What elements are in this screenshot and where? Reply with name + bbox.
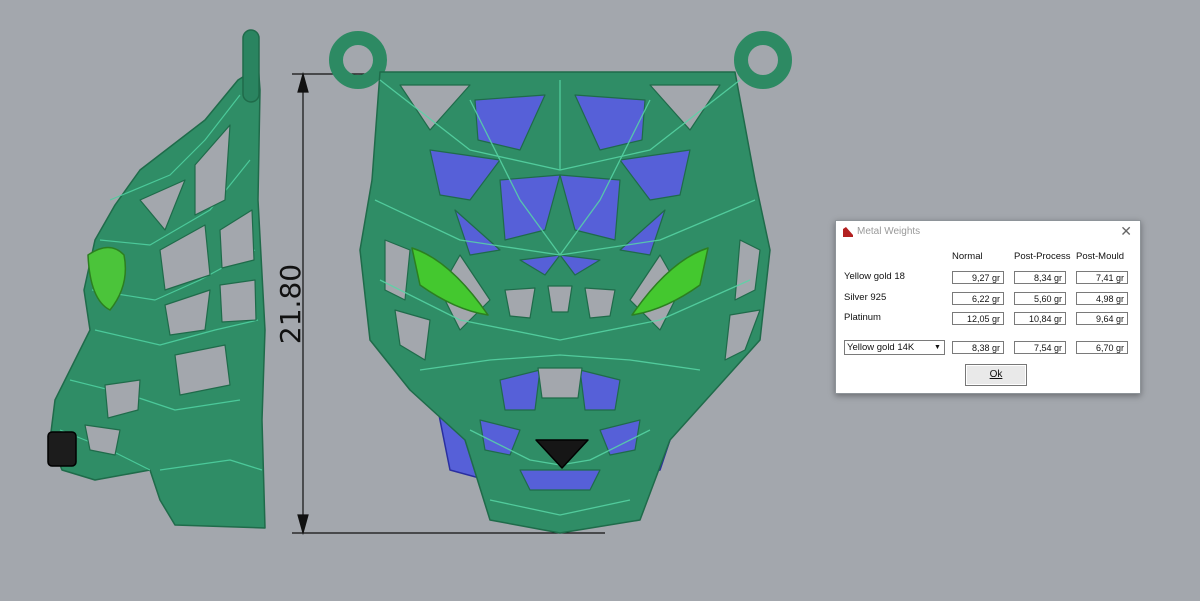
close-icon[interactable]: ✕	[1120, 223, 1132, 240]
value-field[interactable]: 8,34 gr	[1014, 271, 1066, 284]
chevron-down-icon[interactable]: ▼	[932, 342, 943, 353]
row-label-yellow-gold-18: Yellow gold 18	[844, 271, 905, 282]
value-field[interactable]: 12,05 gr	[952, 312, 1004, 325]
value-field[interactable]: 4,98 gr	[1076, 292, 1128, 305]
value-field[interactable]: 7,41 gr	[1076, 271, 1128, 284]
value-field[interactable]: 9,27 gr	[952, 271, 1004, 284]
row-label-silver-925: Silver 925	[844, 292, 887, 303]
value-field[interactable]: 6,22 gr	[952, 292, 1004, 305]
metal-select-value: Yellow gold 14K	[847, 342, 915, 353]
value-field[interactable]: 8,38 gr	[952, 341, 1004, 354]
dimension-label: 21.80	[274, 264, 307, 344]
metal-weights-dialog[interactable]: Metal Weights ✕ Normal Post-Process Post…	[835, 220, 1141, 394]
value-field[interactable]: 6,70 gr	[1076, 341, 1128, 354]
header-post-mould: Post-Mould	[1076, 251, 1125, 262]
value-field[interactable]: 7,54 gr	[1014, 341, 1066, 354]
row-label-platinum: Platinum	[844, 312, 881, 323]
dialog-title: Metal Weights	[857, 226, 921, 237]
side-bail	[242, 29, 260, 103]
ok-button[interactable]: Ok	[965, 364, 1027, 386]
value-field[interactable]: 9,64 gr	[1076, 312, 1128, 325]
ok-label: Ok	[989, 369, 1003, 380]
side-nose	[47, 431, 77, 467]
header-normal: Normal	[952, 251, 983, 262]
value-field[interactable]: 10,84 gr	[1014, 312, 1066, 325]
value-field[interactable]: 5,60 gr	[1014, 292, 1066, 305]
app-icon	[843, 227, 853, 237]
dialog-title-bar[interactable]: Metal Weights ✕	[836, 221, 1140, 243]
metal-select[interactable]: Yellow gold 14K ▼	[844, 340, 945, 355]
header-post-process: Post-Process	[1014, 251, 1071, 262]
